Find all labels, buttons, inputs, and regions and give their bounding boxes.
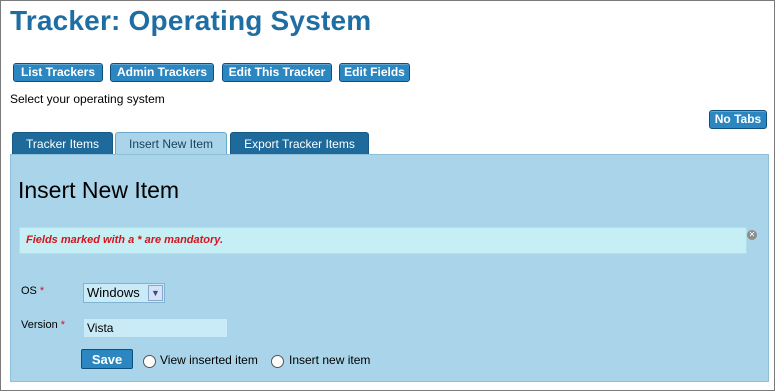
insert-new-item-label[interactable]: Insert new item — [289, 353, 370, 367]
tab-insert-new-item[interactable]: Insert New Item — [115, 132, 227, 155]
mandatory-notice-text: Fields marked with a * are mandatory. — [26, 234, 224, 246]
tab-export-tracker-items[interactable]: Export Tracker Items — [230, 132, 369, 154]
panel-heading: Insert New Item — [18, 177, 180, 203]
tracker-description: Select your operating system — [10, 92, 165, 106]
mandatory-notice: Fields marked with a * are mandatory. — [19, 227, 747, 254]
admin-trackers-button[interactable]: Admin Trackers — [110, 63, 214, 82]
view-inserted-item-radio[interactable] — [143, 355, 156, 368]
os-select[interactable]: Windows ▼ — [83, 283, 165, 303]
save-button[interactable]: Save — [81, 349, 133, 369]
view-inserted-item-label[interactable]: View inserted item — [160, 353, 258, 367]
os-select-value: Windows — [87, 285, 140, 300]
insert-item-panel: Insert New Item Fields marked with a * a… — [10, 154, 769, 382]
os-required-marker: * — [39, 285, 45, 297]
os-label-text: OS — [21, 285, 37, 297]
os-field-label: OS * — [21, 285, 44, 297]
edit-fields-button[interactable]: Edit Fields — [339, 63, 410, 82]
list-trackers-button[interactable]: List Trackers — [13, 63, 103, 82]
tracker-window: Tracker: Operating System List Trackers … — [0, 0, 775, 391]
version-field-label: Version * — [21, 319, 65, 331]
edit-this-tracker-button[interactable]: Edit This Tracker — [222, 63, 332, 82]
version-required-marker: * — [60, 319, 65, 331]
chevron-down-icon[interactable]: ▼ — [148, 285, 163, 301]
no-tabs-button[interactable]: No Tabs — [709, 110, 767, 129]
close-icon[interactable]: ✕ — [747, 230, 757, 240]
insert-new-item-radio[interactable] — [271, 355, 284, 368]
tab-tracker-items[interactable]: Tracker Items — [12, 132, 113, 154]
version-label-text: Version — [21, 319, 58, 331]
page-title: Tracker: Operating System — [10, 5, 372, 36]
version-input[interactable]: Vista — [83, 318, 228, 338]
